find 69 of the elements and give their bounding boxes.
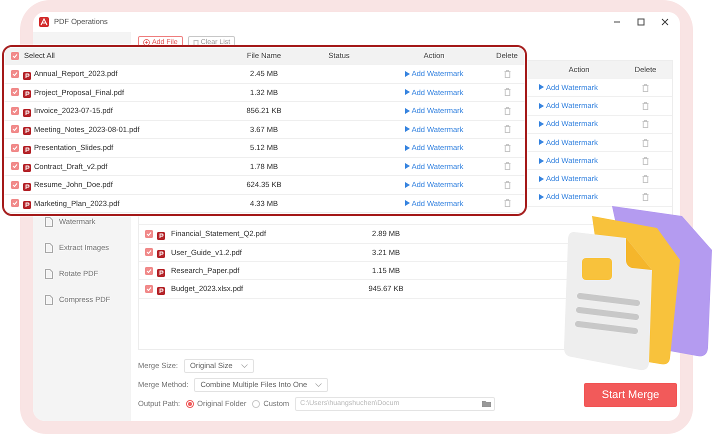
- play-icon: [539, 176, 544, 182]
- play-icon: [539, 102, 544, 109]
- checkbox[interactable]: [11, 199, 19, 208]
- play-icon: [404, 163, 410, 170]
- trash-icon[interactable]: [504, 144, 510, 152]
- play-icon: [404, 144, 410, 151]
- pdf-file-icon: [157, 284, 165, 293]
- trash-icon[interactable]: [642, 156, 649, 165]
- start-merge-button[interactable]: Start Merge: [584, 383, 677, 407]
- checkbox[interactable]: [11, 88, 19, 96]
- close-icon[interactable]: [660, 17, 670, 27]
- chevron-icon: [240, 364, 248, 368]
- document-icon: [45, 217, 53, 227]
- play-icon: [404, 89, 410, 96]
- checkbox[interactable]: [11, 162, 19, 170]
- trash-icon[interactable]: [504, 125, 510, 134]
- pdf-file-icon: [23, 144, 31, 152]
- pdf-file-icon: [157, 248, 165, 256]
- pdf-file-icon: [23, 162, 31, 170]
- checkbox[interactable]: [11, 70, 19, 78]
- pdf-file-icon: [23, 106, 31, 115]
- trash-icon[interactable]: [642, 120, 649, 128]
- trash-icon[interactable]: [504, 162, 510, 170]
- radio-button[interactable]: [186, 400, 194, 408]
- checkbox[interactable]: [145, 248, 153, 256]
- play-icon: [404, 200, 410, 206]
- play-icon: [539, 194, 544, 200]
- trash-icon[interactable]: [504, 70, 510, 78]
- radio-button[interactable]: [252, 400, 260, 408]
- trash-icon[interactable]: [642, 138, 649, 147]
- trash-icon: [192, 39, 199, 46]
- pdf-file-icon: [157, 266, 165, 275]
- checkbox[interactable]: [11, 144, 19, 152]
- document-icon: [45, 269, 53, 279]
- document-icon: [45, 295, 53, 305]
- trash-icon[interactable]: [642, 193, 649, 202]
- pdf-file-icon: [157, 230, 165, 238]
- checkbox[interactable]: [145, 230, 153, 238]
- checkbox[interactable]: [145, 266, 153, 275]
- pdf-file-icon: [23, 70, 31, 78]
- trash-icon[interactable]: [642, 84, 649, 92]
- play-icon: [539, 158, 544, 164]
- trash-icon[interactable]: [504, 88, 510, 96]
- pdf-file-icon: [23, 125, 31, 134]
- trash-icon[interactable]: [642, 102, 649, 110]
- trash-icon[interactable]: [504, 180, 510, 189]
- pdf-file-icon: [23, 88, 31, 96]
- checkbox[interactable]: [11, 52, 19, 60]
- trash-icon[interactable]: [504, 199, 510, 208]
- play-icon: [404, 182, 410, 188]
- play-icon: [539, 139, 544, 146]
- play-icon: [404, 108, 410, 114]
- plus-icon: [143, 39, 150, 46]
- document-icon: [45, 243, 53, 253]
- pdf-file-icon: [23, 180, 31, 189]
- trash-icon[interactable]: [504, 106, 510, 115]
- trash-icon[interactable]: [642, 175, 649, 184]
- play-icon: [539, 120, 544, 127]
- play-icon: [539, 84, 544, 90]
- checkbox[interactable]: [145, 284, 153, 293]
- chevron-icon: [315, 382, 322, 386]
- maximize-icon[interactable]: [636, 17, 646, 27]
- checkbox[interactable]: [11, 180, 19, 189]
- play-icon: [404, 126, 410, 132]
- app-logo-icon: [39, 17, 49, 27]
- pdf-file-icon: [23, 199, 31, 208]
- checkbox[interactable]: [11, 106, 19, 115]
- play-icon: [404, 70, 410, 77]
- checkbox[interactable]: [11, 125, 19, 134]
